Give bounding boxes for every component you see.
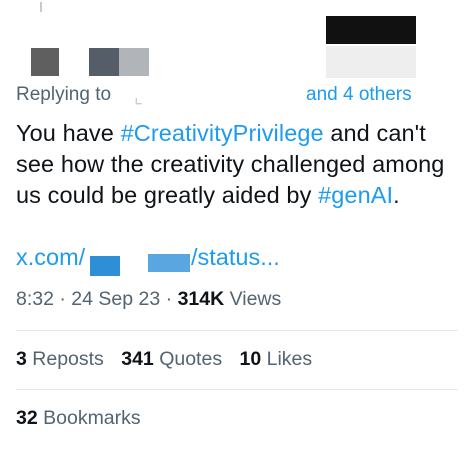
link-domain[interactable]: x.com/ [16, 244, 85, 271]
hashtag-link[interactable]: #CreativityPrivilege [121, 120, 324, 146]
reposts-label: Reposts [26, 348, 104, 370]
link-status-path[interactable]: /status... [191, 244, 280, 271]
redacted-avatar-2 [89, 48, 119, 76]
bookmarks-count: 32 [16, 407, 38, 429]
tweet-link[interactable]: x.com/ /status... [16, 244, 456, 276]
quotes-stat[interactable]: 341 Quotes [121, 348, 222, 371]
engagement-stats: 3 Reposts 341 Quotes 10 Likes [16, 348, 312, 371]
bookmarks-label: Bookmarks [37, 407, 141, 429]
hashtag-link[interactable]: #genAI [318, 182, 393, 208]
tweet-text-segment: You have [16, 120, 121, 146]
tweet-text: You have #CreativityPrivilege and can't … [16, 118, 464, 211]
views-count: 314K [177, 288, 225, 310]
views-label: Views [224, 288, 282, 310]
quotes-count: 341 [121, 348, 154, 370]
reposts-stat[interactable]: 3 Reposts [16, 348, 104, 371]
tweet-date[interactable]: 24 Sep 23 [71, 288, 160, 310]
redacted-avatar-5 [326, 46, 416, 78]
likes-count: 10 [239, 348, 262, 370]
redacted-link-segment-1 [90, 256, 120, 276]
redacted-avatar-4 [326, 16, 416, 44]
tweet-text-segment: . [393, 182, 400, 208]
replying-to-label: Replying to [16, 84, 112, 105]
meta-separator-2: · [160, 288, 178, 310]
and-others-link[interactable]: and 4 others [306, 84, 412, 106]
likes-label: Likes [261, 348, 313, 370]
divider-1 [16, 330, 458, 331]
tweet-time[interactable]: 8:32 [16, 288, 54, 310]
bookmarks-stat[interactable]: 32 Bookmarks [16, 407, 141, 430]
tweet-detail-view: Replying to ⌞ and 4 others You have #Cre… [0, 0, 474, 451]
reposts-count: 3 [16, 348, 27, 370]
likes-stat[interactable]: 10 Likes [240, 348, 313, 371]
quotes-label: Quotes [153, 348, 223, 370]
scroll-indicator [40, 2, 42, 12]
redacted-avatar-3 [119, 48, 149, 76]
divider-2 [16, 389, 458, 390]
tweet-meta: 8:32 · 24 Sep 23 · 314K Views [16, 288, 281, 311]
redacted-avatar-1 [31, 48, 59, 76]
redacted-link-segment-2 [148, 254, 190, 272]
meta-separator-1: · [53, 288, 72, 310]
redacted-handle: ⌞ [134, 87, 143, 108]
